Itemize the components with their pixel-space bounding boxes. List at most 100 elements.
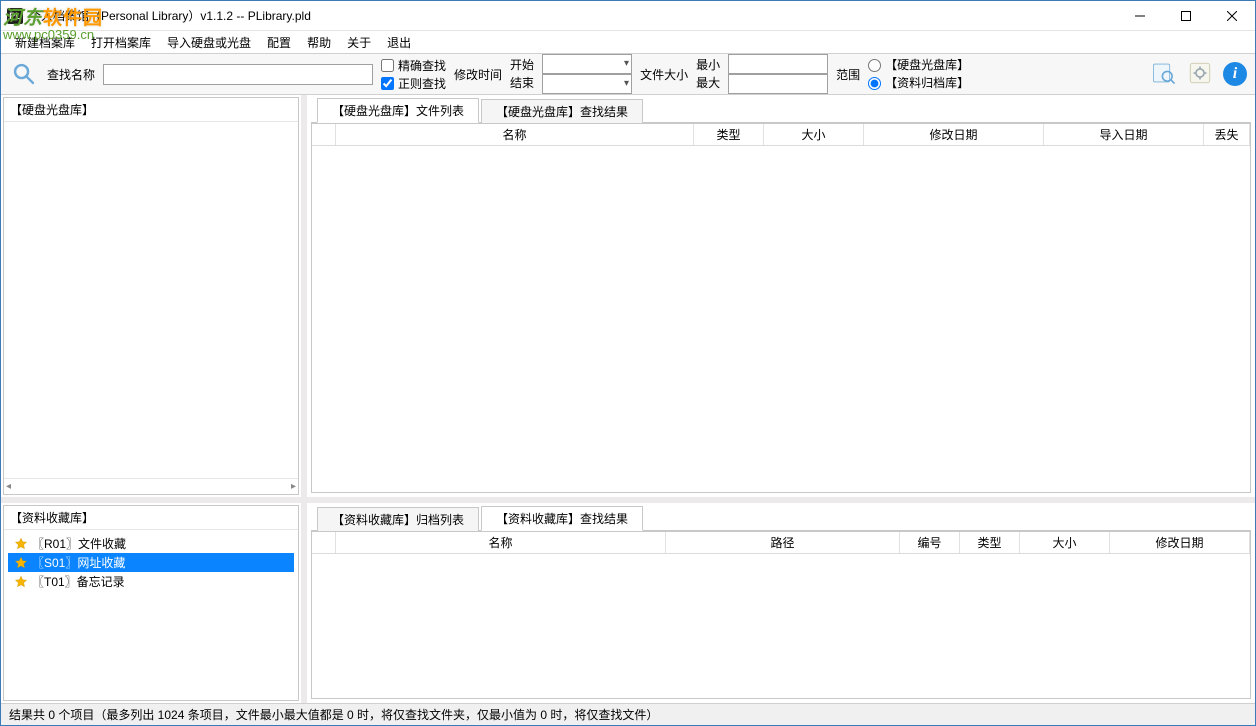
menu-new-library[interactable]: 新建档案库 [7, 31, 83, 54]
exact-checkbox-wrap[interactable]: 精确查找 [381, 57, 446, 74]
maximize-button[interactable] [1163, 1, 1209, 30]
search-name-label: 查找名称 [47, 66, 95, 83]
col2-modify-date[interactable]: 修改日期 [1110, 532, 1250, 553]
disk-library-panel-title: 【硬盘光盘库】 [4, 98, 298, 122]
col2-name[interactable]: 名称 [336, 532, 666, 553]
file-list-table: 名称 类型 大小 修改日期 导入日期 丢失 [311, 123, 1251, 493]
status-bar: 结果共 0 个项目（最多列出 1024 条项目，文件最小最大值都是 0 时，将仅… [1, 703, 1255, 725]
collection-item[interactable]: 〖T01〗备忘记录 [8, 572, 294, 591]
window-buttons [1117, 1, 1255, 30]
menu-import-disk[interactable]: 导入硬盘或光盘 [159, 31, 259, 54]
start-label: 开始 [510, 56, 534, 74]
chevron-down-icon: ▾ [624, 75, 629, 93]
scope-radio-disk-wrap[interactable]: 【硬盘光盘库】 [868, 56, 969, 74]
regex-checkbox-label: 正则查找 [398, 75, 446, 92]
star-icon [14, 537, 28, 551]
collection-panel-title: 【资料收藏库】 [4, 506, 298, 530]
search-icon[interactable] [9, 59, 39, 89]
file-list-header: 名称 类型 大小 修改日期 导入日期 丢失 [312, 124, 1250, 146]
star-icon [14, 575, 28, 589]
app-window: 河东软件园 www.pc0359.cn PL 个人档案馆（Personal Li… [0, 0, 1256, 726]
scope-radio-group: 【硬盘光盘库】 【资料归档库】 [868, 56, 969, 92]
col2-path[interactable]: 路径 [666, 532, 900, 553]
col-modify-date[interactable]: 修改日期 [864, 124, 1044, 145]
tab-file-list[interactable]: 【硬盘光盘库】文件列表 [317, 98, 479, 123]
min-label: 最小 [696, 56, 720, 74]
scope-radio-archive[interactable] [868, 77, 881, 90]
col-type[interactable]: 类型 [694, 124, 764, 145]
col-icon[interactable] [312, 124, 336, 145]
collection-tree[interactable]: 〖R01〗文件收藏〖S01〗网址收藏〖T01〗备忘记录 [4, 530, 298, 700]
menu-open-library[interactable]: 打开档案库 [83, 31, 159, 54]
tab-archive-results[interactable]: 【资料收藏库】查找结果 [481, 506, 643, 531]
size-min-input[interactable] [728, 54, 828, 74]
menu-exit[interactable]: 退出 [379, 31, 419, 54]
info-icon[interactable]: i [1223, 62, 1247, 86]
col-lost[interactable]: 丢失 [1204, 124, 1250, 145]
search-toolbar: 查找名称 精确查找 正则查找 修改时间 开始 结束 ▾ ▾ 文件大小 最小 最大 [1, 53, 1255, 95]
exact-checkbox-label: 精确查找 [398, 57, 446, 74]
collection-item-label: 〖R01〗文件收藏 [32, 535, 126, 552]
menu-help[interactable]: 帮助 [299, 31, 339, 54]
collection-panel: 【资料收藏库】 〖R01〗文件收藏〖S01〗网址收藏〖T01〗备忘记录 [3, 505, 299, 701]
search-name-input[interactable] [103, 64, 373, 85]
disk-library-scrollbar-h[interactable]: ◂▸ [4, 478, 298, 494]
archive-list-panel: 【资料收藏库】归档列表 【资料收藏库】查找结果 名称 路径 编号 类型 大小 修… [307, 503, 1255, 703]
filesize-label: 文件大小 [640, 66, 688, 83]
file-list-panel: 【硬盘光盘库】文件列表 【硬盘光盘库】查找结果 名称 类型 大小 修改日期 导入… [307, 95, 1255, 497]
disk-library-tree[interactable] [4, 122, 298, 478]
filesize-inputs [728, 54, 828, 94]
window-title: 个人档案馆（Personal Library）v1.1.2 -- PLibrar… [29, 7, 1117, 24]
modtime-sublabels: 开始 结束 [510, 56, 534, 92]
file-list-body[interactable] [312, 146, 1250, 492]
collection-item[interactable]: 〖S01〗网址收藏 [8, 553, 294, 572]
end-label: 结束 [510, 74, 534, 92]
col-import-date[interactable]: 导入日期 [1044, 124, 1204, 145]
archive-header: 名称 路径 编号 类型 大小 修改日期 [312, 532, 1250, 554]
col-size[interactable]: 大小 [764, 124, 864, 145]
archive-table: 名称 路径 编号 类型 大小 修改日期 [311, 531, 1251, 699]
menu-about[interactable]: 关于 [339, 31, 379, 54]
regex-checkbox[interactable] [381, 77, 394, 90]
exact-checkbox[interactable] [381, 59, 394, 72]
modtime-combos: ▾ ▾ [542, 54, 632, 94]
match-mode-group: 精确查找 正则查找 [381, 57, 446, 92]
tab-search-results[interactable]: 【硬盘光盘库】查找结果 [481, 99, 643, 123]
scope-radio-archive-wrap[interactable]: 【资料归档库】 [868, 74, 969, 92]
scope-label: 范围 [836, 66, 860, 83]
start-date-combo[interactable]: ▾ [542, 54, 632, 74]
end-date-combo[interactable]: ▾ [542, 74, 632, 94]
archive-tabstrip: 【资料收藏库】归档列表 【资料收藏库】查找结果 [311, 507, 1251, 531]
settings-note-icon[interactable] [1187, 60, 1213, 89]
find-icon[interactable] [1151, 60, 1177, 89]
regex-checkbox-wrap[interactable]: 正则查找 [381, 75, 446, 92]
col2-icon[interactable] [312, 532, 336, 553]
scope-radio-disk-label: 【硬盘光盘库】 [885, 56, 969, 74]
col-name[interactable]: 名称 [336, 124, 694, 145]
close-button[interactable] [1209, 1, 1255, 30]
max-label: 最大 [696, 74, 720, 92]
collection-item-label: 〖S01〗网址收藏 [32, 554, 125, 571]
toolbar-right-icons: i [1151, 60, 1247, 89]
col2-size[interactable]: 大小 [1020, 532, 1110, 553]
collection-item[interactable]: 〖R01〗文件收藏 [8, 534, 294, 553]
app-icon: PL [7, 8, 23, 24]
tab-archive-list[interactable]: 【资料收藏库】归档列表 [317, 507, 479, 531]
titlebar: PL 个人档案馆（Personal Library）v1.1.2 -- PLib… [1, 1, 1255, 31]
menubar: 新建档案库 打开档案库 导入硬盘或光盘 配置 帮助 关于 退出 [1, 31, 1255, 53]
status-text: 结果共 0 个项目（最多列出 1024 条项目，文件最小最大值都是 0 时，将仅… [9, 706, 658, 723]
archive-body[interactable] [312, 554, 1250, 698]
menu-config[interactable]: 配置 [259, 31, 299, 54]
file-list-tabstrip: 【硬盘光盘库】文件列表 【硬盘光盘库】查找结果 [311, 99, 1251, 123]
col2-code[interactable]: 编号 [900, 532, 960, 553]
col2-type[interactable]: 类型 [960, 532, 1020, 553]
collection-item-label: 〖T01〗备忘记录 [32, 573, 125, 590]
disk-library-panel: 【硬盘光盘库】 ◂▸ [3, 97, 299, 495]
size-max-input[interactable] [728, 74, 828, 94]
minimize-button[interactable] [1117, 1, 1163, 30]
star-icon [14, 556, 28, 570]
modtime-label: 修改时间 [454, 66, 502, 83]
scope-radio-disk[interactable] [868, 59, 881, 72]
scope-radio-archive-label: 【资料归档库】 [885, 74, 969, 92]
chevron-down-icon: ▾ [624, 55, 629, 73]
